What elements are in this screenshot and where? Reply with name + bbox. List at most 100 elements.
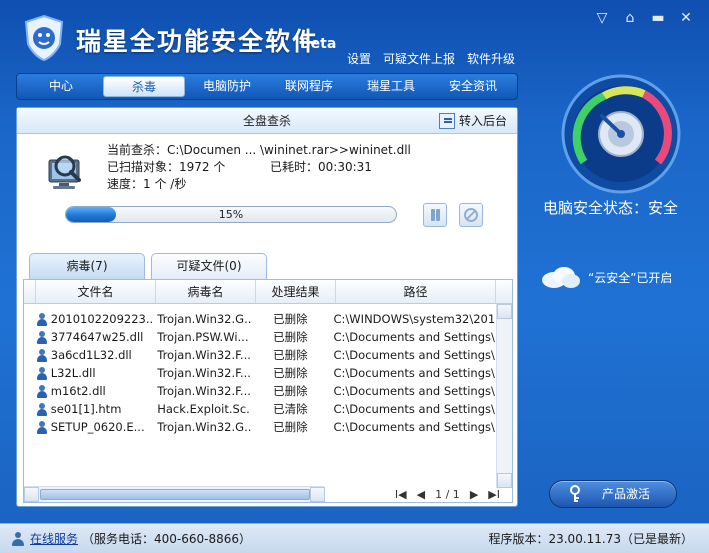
virus-file-icon — [36, 402, 48, 416]
file-name-cell: m16t2.dll — [36, 382, 153, 400]
row-spacer — [24, 328, 36, 346]
tab-suspicious-files[interactable]: 可疑文件(0) — [151, 253, 267, 279]
scroll-left-arrow-icon[interactable] — [24, 487, 39, 502]
row-spacer — [24, 310, 36, 328]
elapsed-label: 已耗时： — [270, 160, 319, 174]
header-result[interactable]: 处理结果 — [256, 280, 336, 303]
elapsed-value: 00:30:31 — [318, 160, 372, 174]
report-suspicious-file-link[interactable]: 可疑文件上报 — [383, 50, 455, 67]
rising-lion-logo-icon — [24, 14, 64, 62]
cloud-icon — [542, 267, 580, 288]
scanned-objects-value: 1972 个 — [179, 160, 226, 174]
tab-rising-tools[interactable]: 瑞星工具 — [351, 76, 431, 97]
handle-result: 已删除 — [273, 330, 308, 344]
tab-antivirus[interactable]: 杀毒 — [103, 76, 185, 97]
pause-button[interactable] — [423, 203, 447, 227]
current-scan-label: 当前查杀： — [107, 143, 168, 157]
program-version: 程序版本：23.00.11.73（已是最新） — [488, 532, 693, 546]
table-header: 文件名 病毒名 处理结果 路径 — [24, 280, 512, 304]
virus-file-icon — [36, 384, 48, 398]
scan-panel: 全盘查杀 转入后台 当前查杀： C:\Documen ... \wininet.… — [16, 107, 518, 507]
file-name-cell: L32L.dll — [36, 364, 153, 382]
current-scan-value: C:\Documen ... \wininet.rar>>wininet.dll — [167, 143, 411, 157]
close-icon[interactable]: ✕ — [677, 9, 695, 27]
scanned-objects-label: 已扫描对象： — [107, 160, 180, 174]
handle-result: 已删除 — [273, 348, 308, 362]
window-icon — [438, 112, 455, 129]
scroll-down-arrow-icon[interactable] — [497, 473, 512, 488]
speed-value: 1 个 /秒 — [143, 177, 187, 191]
scroll-up-arrow-icon[interactable] — [497, 304, 512, 319]
table-row[interactable]: L32L.dll Trojan.Win32.F... 已删除 C:\Documents… — [24, 364, 498, 382]
file-path: C:\WINDOWS\system32\201... — [333, 312, 498, 326]
header-virusname[interactable]: 病毒名 — [156, 280, 256, 303]
tab-security-news[interactable]: 安全资讯 — [433, 76, 513, 97]
table-row[interactable]: 3774647w25.dll Trojan.PSW.Wi... 已删除 C:\Docu… — [24, 328, 498, 346]
security-status: 电脑安全状态：安全 — [543, 199, 679, 217]
software-update-link[interactable]: 软件升级 — [467, 50, 515, 67]
settings-link[interactable]: 设置 — [347, 50, 371, 67]
tab-center[interactable]: 中心 — [21, 76, 101, 97]
online-service-link[interactable]: 在线服务 — [30, 530, 78, 547]
top-links: 设置 可疑文件上报 软件升级 — [347, 50, 515, 67]
file-name: L32L.dll — [50, 366, 96, 380]
virus-file-icon — [36, 366, 48, 380]
monitor-magnifier-icon — [48, 155, 81, 189]
next-page-icon[interactable]: ▶ — [470, 488, 478, 501]
handle-result: 已删除 — [273, 420, 308, 434]
file-name: 3774647w25.dll — [50, 330, 144, 344]
result-tabs: 病毒(7) 可疑文件(0) — [29, 253, 267, 279]
table-row[interactable]: SETUP_0620.E... Trojan.Win32.G... 已删除 C:\Do… — [24, 418, 498, 436]
minimize-icon[interactable]: ▬ — [649, 9, 667, 27]
table-row[interactable]: se01[1].htm Hack.Exploit.Sc... 已清除 C:\Docum… — [24, 400, 498, 418]
tab-pc-protection[interactable]: 电脑防护 — [187, 76, 267, 97]
virus-name: Trojan.Win32.G... — [157, 420, 252, 434]
scroll-thumb[interactable] — [40, 489, 310, 500]
handle-result: 已清除 — [273, 402, 308, 416]
table-row[interactable]: 3a6cd1L32.dll Trojan.Win32.F... 已删除 C:\Docu… — [24, 346, 498, 364]
key-icon — [570, 485, 580, 502]
prev-page-icon[interactable]: ◀ — [417, 488, 425, 501]
virus-file-icon — [36, 330, 48, 344]
tab-network-programs[interactable]: 联网程序 — [269, 76, 349, 97]
progress-text: 15% — [218, 208, 244, 221]
horizontal-scrollbar[interactable] — [24, 486, 325, 502]
header-path[interactable]: 路径 — [336, 280, 496, 303]
app-title: 瑞星全功能安全软件 — [76, 27, 320, 56]
file-name-cell: 3774647w25.dll — [36, 328, 153, 346]
scan-progress-bar: 15% — [65, 206, 397, 223]
file-name-cell: SETUP_0620.E... — [36, 418, 153, 436]
pager: I◀ ◀ 1 / 1 ▶ ▶I — [395, 488, 500, 501]
vertical-scrollbar[interactable] — [496, 304, 512, 488]
to-background-button[interactable]: 转入后台 — [438, 112, 507, 129]
stop-button[interactable] — [459, 203, 483, 227]
tab-viruses[interactable]: 病毒(7) — [29, 253, 145, 279]
user-icon — [10, 531, 26, 547]
to-background-label: 转入后台 — [458, 114, 507, 128]
virus-name: Hack.Exploit.Sc... — [157, 402, 252, 416]
speed-label: 速度： — [107, 177, 144, 191]
status-bar: 在线服务 （服务电话：400-660-8866） 程序版本：23.00.11.7… — [0, 523, 709, 553]
scroll-right-arrow-icon[interactable] — [310, 487, 325, 502]
table-row[interactable]: 2010102209223... Trojan.Win32.G... 已删除 C:\W… — [24, 310, 498, 328]
service-phone: （服务电话：400-660-8866） — [82, 532, 252, 546]
cloud-security-status[interactable]: “云安全”已开启 — [538, 265, 672, 289]
header-filename[interactable]: 文件名 — [36, 280, 156, 303]
table-row[interactable]: m16t2.dll Trojan.Win32.F... 已删除 C:\Document… — [24, 382, 498, 400]
table-body: 2010102209223... Trojan.Win32.G... 已删除 C:\W… — [24, 310, 498, 436]
file-path: C:\Documents and Settings\... — [333, 330, 498, 344]
last-page-icon[interactable]: ▶I — [488, 488, 500, 501]
file-name: m16t2.dll — [50, 384, 106, 398]
elapsed-time: 已耗时：00:30:31 — [270, 159, 372, 176]
activate-product-button[interactable]: 产品激活 — [549, 480, 677, 508]
activate-label: 产品激活 — [601, 487, 650, 501]
skin-icon[interactable]: ⌂ — [621, 9, 639, 27]
first-page-icon[interactable]: I◀ — [395, 488, 407, 501]
virus-name: Trojan.Win32.G... — [157, 312, 252, 326]
file-path: C:\Documents and Settings\... — [333, 366, 498, 380]
row-spacer — [24, 364, 36, 382]
handle-result: 已删除 — [273, 366, 308, 380]
window-controls: ▽ ⌂ ▬ ✕ — [593, 9, 695, 27]
virus-table: 文件名 病毒名 处理结果 路径 2010102209223... Trojan.W… — [23, 279, 513, 503]
menu-icon[interactable]: ▽ — [593, 9, 611, 27]
